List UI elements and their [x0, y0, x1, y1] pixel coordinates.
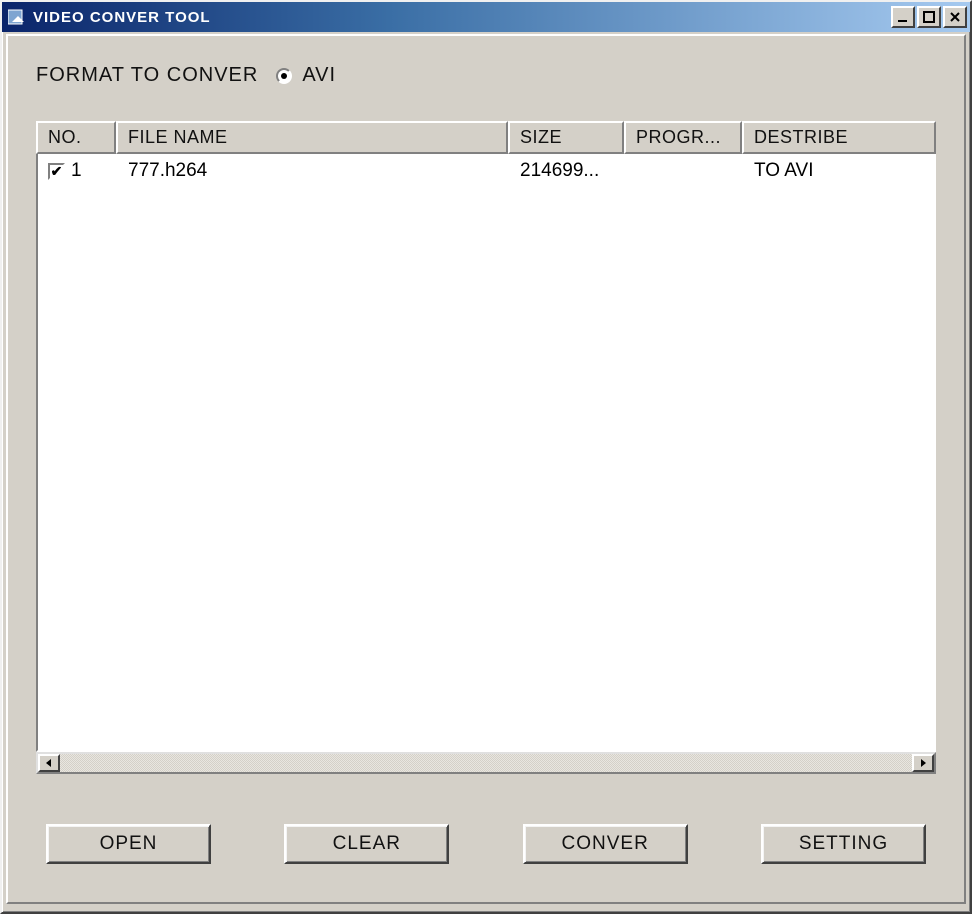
app-icon	[7, 7, 27, 27]
scroll-right-button[interactable]	[912, 754, 934, 772]
maximize-button[interactable]	[917, 6, 941, 28]
clear-button[interactable]: CLEAR	[284, 824, 449, 864]
horizontal-scrollbar[interactable]	[36, 752, 936, 774]
window-controls	[891, 6, 967, 28]
cell-describe: TO AVI	[744, 158, 934, 184]
row-checkbox[interactable]: ✔	[48, 163, 65, 180]
col-header-no[interactable]: NO.	[36, 121, 116, 154]
list-body[interactable]: ✔ 1 777.h264 214699... TO AVI	[36, 154, 936, 752]
titlebar[interactable]: VIDEO CONVER TOOL	[2, 2, 970, 32]
col-header-progress[interactable]: PROGR...	[624, 121, 742, 154]
client-area: FORMAT TO CONVER AVI NO. FILE NAME SIZE …	[2, 32, 970, 912]
radio-selected-icon	[276, 68, 292, 84]
table-row[interactable]: ✔ 1 777.h264 214699... TO AVI	[38, 154, 934, 188]
col-header-size[interactable]: SIZE	[508, 121, 624, 154]
app-window: VIDEO CONVER TOOL FORMAT TO CONVER AVI	[0, 0, 972, 914]
close-button[interactable]	[943, 6, 967, 28]
cell-no: ✔ 1	[38, 158, 118, 184]
setting-button[interactable]: SETTING	[761, 824, 926, 864]
format-option-label: AVI	[302, 64, 336, 87]
conver-button[interactable]: CONVER	[523, 824, 688, 864]
cell-size: 214699...	[510, 158, 626, 184]
format-row: FORMAT TO CONVER AVI	[36, 64, 936, 87]
col-header-filename[interactable]: FILE NAME	[116, 121, 508, 154]
scroll-left-button[interactable]	[38, 754, 60, 772]
window-title: VIDEO CONVER TOOL	[33, 9, 891, 26]
open-button[interactable]: OPEN	[46, 824, 211, 864]
minimize-button[interactable]	[891, 6, 915, 28]
list-header: NO. FILE NAME SIZE PROGR... DESTRIBE	[36, 121, 936, 154]
main-panel: FORMAT TO CONVER AVI NO. FILE NAME SIZE …	[6, 34, 966, 904]
file-listview: NO. FILE NAME SIZE PROGR... DESTRIBE ✔ 1…	[36, 121, 936, 774]
button-row: OPEN CLEAR CONVER SETTING	[36, 774, 936, 882]
row-number: 1	[71, 160, 82, 182]
cell-progress	[626, 158, 744, 184]
format-label: FORMAT TO CONVER	[36, 64, 258, 87]
col-header-describe[interactable]: DESTRIBE	[742, 121, 936, 154]
scroll-track[interactable]	[60, 754, 912, 772]
format-avi-radio[interactable]: AVI	[276, 64, 336, 87]
cell-filename: 777.h264	[118, 158, 510, 184]
